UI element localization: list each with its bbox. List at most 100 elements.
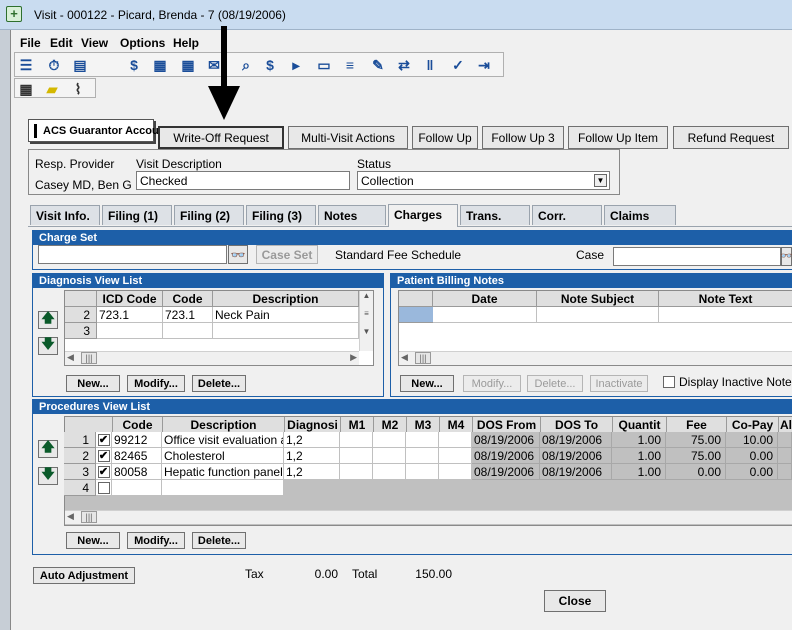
fee-header[interactable]: Fee [667, 417, 727, 433]
acs-guarantor-account-button[interactable]: ACS Guarantor Account [28, 119, 169, 142]
note-subject-cell[interactable] [537, 307, 659, 323]
stopwatch-icon[interactable]: ⏱ [45, 56, 63, 74]
description-cell[interactable]: Cholesterol [162, 448, 284, 464]
copay-header[interactable]: Co-Pay [727, 417, 779, 433]
move-down-icon[interactable]: 🡇 [38, 336, 58, 355]
date-header[interactable]: Date [433, 291, 537, 307]
dos-from-cell[interactable]: 08/19/2006 [472, 448, 540, 464]
move-down-icon[interactable]: 🡇 [38, 466, 58, 485]
code-cell[interactable]: 723.1 [163, 307, 213, 323]
procedures-delete-button[interactable]: Delete... [192, 532, 246, 549]
visit-description-input[interactable]: Checked [136, 171, 350, 190]
menu-options[interactable]: Options [120, 36, 165, 50]
menu-view[interactable]: View [81, 36, 108, 50]
notes-new-button[interactable]: New... [400, 375, 454, 392]
diagnosis-new-button[interactable]: New... [66, 375, 120, 392]
fee-cell[interactable]: 0.00 [666, 464, 726, 480]
description-cell[interactable] [162, 480, 284, 496]
description-cell[interactable]: Hepatic function panel T [162, 464, 284, 480]
horizontal-scrollbar[interactable]: ◀ ||| ▶ [65, 351, 359, 365]
dos-from-cell[interactable]: 08/19/2006 [472, 464, 540, 480]
move-up-icon[interactable]: 🡅 [38, 310, 58, 329]
horizontal-scrollbar[interactable]: ◀ ||| [399, 351, 792, 365]
sticky-note-icon[interactable]: ▰ [43, 80, 61, 98]
tab-filing-2[interactable]: Filing (2) [174, 205, 244, 225]
follow-up-3-button[interactable]: Follow Up 3 [482, 126, 564, 149]
m3-cell[interactable] [406, 448, 439, 464]
menu-help[interactable]: Help [173, 36, 199, 50]
m4-cell[interactable] [439, 448, 472, 464]
row-checkbox[interactable] [96, 480, 112, 496]
allowed-header[interactable]: All [779, 417, 792, 433]
note-text-cell[interactable] [659, 307, 792, 323]
icd-code-cell[interactable]: 723.1 [97, 307, 163, 323]
code-cell[interactable]: 80058 [112, 464, 162, 480]
m2-cell[interactable] [373, 432, 406, 448]
description-header[interactable]: Description [213, 291, 359, 307]
wrench-icon[interactable]: ✎ [369, 56, 387, 74]
m4-cell[interactable] [439, 432, 472, 448]
tab-notes[interactable]: Notes [318, 205, 386, 225]
allowed-cell[interactable] [778, 432, 792, 448]
dos-to-cell[interactable]: 08/19/2006 [540, 464, 612, 480]
payment-icon[interactable]: ▦ [151, 56, 169, 74]
search-dollar-icon[interactable]: $ [261, 56, 279, 74]
quantity-header[interactable]: Quantit [613, 417, 667, 433]
chart-icon[interactable]: ‖ [421, 56, 439, 74]
quantity-cell[interactable]: 1.00 [612, 448, 666, 464]
tab-claims[interactable]: Claims [604, 205, 676, 225]
m1-cell[interactable] [340, 432, 373, 448]
tab-charges[interactable]: Charges [388, 204, 458, 227]
m4-header[interactable]: M4 [440, 417, 473, 433]
paperclip-icon[interactable]: ⌇ [69, 80, 87, 98]
m3-cell[interactable] [406, 464, 439, 480]
notes-delete-button[interactable]: Delete... [527, 375, 583, 392]
case-input[interactable] [613, 247, 781, 266]
allowed-cell[interactable] [778, 448, 792, 464]
description-cell[interactable]: Office visit evaluation and [162, 432, 284, 448]
dollar-icon[interactable]: $ [125, 56, 143, 74]
copay-cell[interactable]: 10.00 [726, 432, 778, 448]
tab-visit-info[interactable]: Visit Info. [30, 205, 100, 225]
code-cell[interactable] [112, 480, 162, 496]
charge-set-input[interactable] [38, 245, 227, 264]
description-cell[interactable] [213, 323, 359, 339]
horizontal-scrollbar[interactable]: ◀ ||| [65, 510, 792, 524]
folder-go-icon[interactable]: ▸ [287, 56, 305, 74]
move-up-icon[interactable]: 🡅 [38, 439, 58, 458]
menu-edit[interactable]: Edit [50, 36, 73, 50]
note-subject-header[interactable]: Note Subject [537, 291, 659, 307]
dos-from-header[interactable]: DOS From [473, 417, 541, 433]
row-checkbox[interactable]: ✔ [96, 432, 112, 448]
m3-header[interactable]: M3 [407, 417, 440, 433]
close-button[interactable]: Close [544, 590, 606, 612]
dos-to-cell[interactable]: 08/19/2006 [540, 432, 612, 448]
export-icon[interactable]: ⇥ [475, 56, 493, 74]
case-lookup-icon[interactable]: 👓 [780, 247, 792, 266]
diagnosis-cell[interactable]: 1,2 [284, 448, 340, 464]
display-inactive-checkbox[interactable] [663, 376, 675, 388]
multi-visit-actions-button[interactable]: Multi-Visit Actions [288, 126, 408, 149]
quantity-cell[interactable]: 1.00 [612, 432, 666, 448]
diagnosis-modify-button[interactable]: Modify... [127, 375, 185, 392]
diagnosis-cell[interactable]: 1,2 [284, 432, 340, 448]
m1-header[interactable]: M1 [341, 417, 374, 433]
calculator-icon[interactable]: ▦ [179, 56, 197, 74]
fee-cell[interactable]: 75.00 [666, 432, 726, 448]
form-icon[interactable]: ▤ [71, 56, 89, 74]
keyboard-icon[interactable]: ▦ [17, 80, 35, 98]
report-icon[interactable]: ≡ [341, 56, 359, 74]
m2-header[interactable]: M2 [374, 417, 407, 433]
follow-up-item-button[interactable]: Follow Up Item [568, 126, 668, 149]
procedures-modify-button[interactable]: Modify... [127, 532, 185, 549]
icd-code-header[interactable]: ICD Code [97, 291, 163, 307]
procedures-new-button[interactable]: New... [66, 532, 120, 549]
vertical-scrollbar[interactable]: ▲ ≡ ▼ [359, 291, 373, 351]
tab-trans[interactable]: Trans. [460, 205, 530, 225]
refund-request-button[interactable]: Refund Request [673, 126, 789, 149]
icd-code-cell[interactable] [97, 323, 163, 339]
date-cell[interactable] [433, 307, 537, 323]
checklist-icon[interactable]: ✓ [449, 56, 467, 74]
m1-cell[interactable] [340, 448, 373, 464]
diagnosis-header[interactable]: Diagnosi [285, 417, 341, 433]
